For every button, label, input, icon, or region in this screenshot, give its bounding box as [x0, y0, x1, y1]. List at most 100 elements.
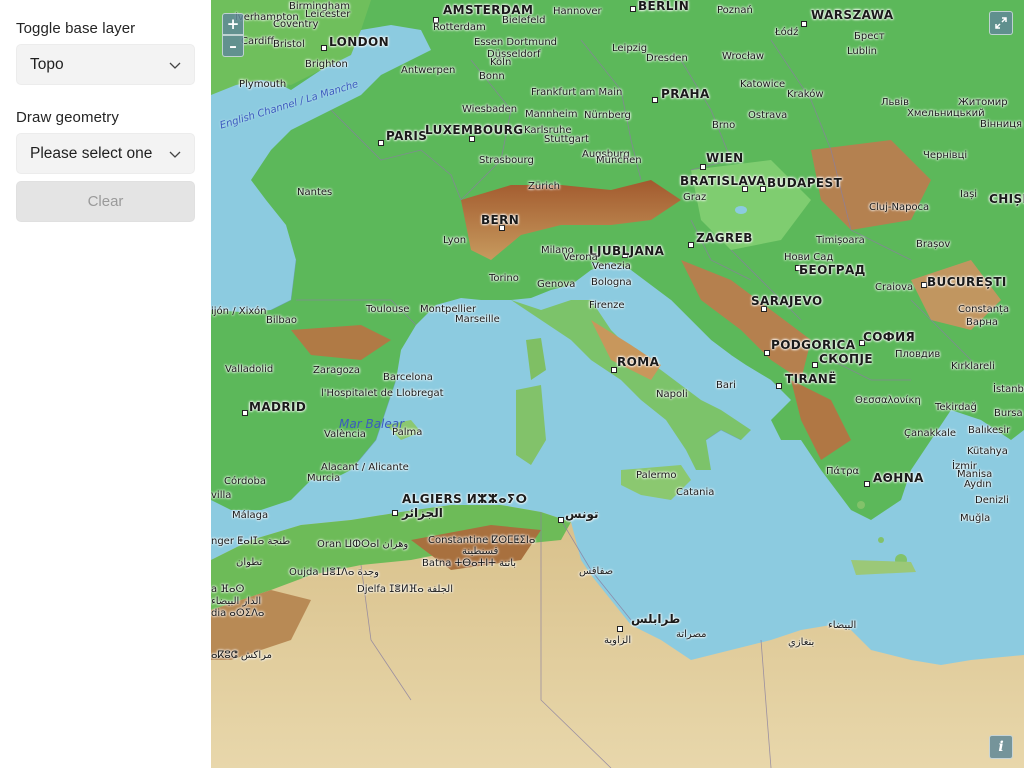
city-label: Πάτρα: [826, 466, 860, 477]
app: Toggle base layer Topo Draw geometry Ple…: [0, 0, 1024, 768]
draw-geometry-select[interactable]: Please select one: [16, 133, 195, 174]
city-label: Rotterdam: [433, 22, 486, 33]
city-label: Hannover: [553, 6, 602, 17]
city-label: Brighton: [305, 59, 348, 70]
city-label: Genova: [537, 279, 576, 290]
city-label: Kraków: [787, 89, 824, 100]
city-label: Strasbourg: [479, 155, 534, 166]
city-label: Denizli: [975, 495, 1009, 506]
city-label: Leipzig: [612, 43, 648, 54]
capital-label: طرابلس: [631, 612, 681, 626]
city-label: Murcia: [307, 473, 341, 484]
city-label: Wiesbaden: [462, 104, 518, 115]
city-label: Zürich: [528, 181, 560, 192]
city-label: Palma: [392, 427, 423, 438]
city-label: Muğla: [960, 513, 991, 524]
city-label: Bielefeld: [502, 15, 546, 26]
zoom-in-button[interactable]: +: [222, 13, 244, 35]
capital-label: ROMA: [617, 355, 660, 369]
city-label: a ⴼⴰⵙ: [211, 584, 245, 595]
city-label: Essen Dortmund: [474, 37, 558, 48]
city-label: Nürnberg: [584, 110, 631, 121]
city-label: Житомир: [958, 97, 1008, 108]
city-label: Mannheim: [525, 109, 578, 120]
city-label: Balıkesir: [968, 425, 1011, 436]
base-layer-select[interactable]: Topo: [16, 44, 195, 85]
city-label: Bologna: [591, 277, 632, 288]
city-label: Craiova: [875, 282, 914, 293]
city-label: ⴰⴽⵓⵛ مراكش: [211, 650, 272, 661]
city-label: Córdoba: [224, 476, 266, 487]
capital-label: WARSZAWA: [811, 8, 894, 22]
capital-label: ΑΘΗΝΑ: [873, 471, 924, 485]
fullscreen-button[interactable]: [989, 11, 1013, 35]
city-label: Frankfurt am Main: [531, 87, 623, 98]
city-label: Torino: [489, 273, 519, 284]
capital-label: BUCUREȘTI: [927, 275, 1007, 289]
capital-label: СКОПЈЕ: [819, 352, 873, 366]
info-button[interactable]: i: [989, 735, 1013, 759]
city-label: Valladolid: [225, 364, 274, 375]
capital-label: SARAJEVO: [751, 294, 823, 308]
city-label: Bilbao: [266, 315, 298, 326]
expand-icon: [995, 17, 1007, 29]
city-label: Bristol: [273, 39, 305, 50]
city-label: Lyon: [443, 235, 467, 246]
city-label: Stuttgart: [544, 134, 589, 145]
city-label: الدار البيضاء: [211, 596, 262, 607]
sidebar: Toggle base layer Topo Draw geometry Ple…: [0, 0, 211, 768]
city-label: Cardiff: [241, 36, 275, 47]
city-label: البيضاء: [828, 620, 857, 631]
capital-label: ZAGREB: [696, 231, 753, 245]
city-label: Timișoara: [816, 235, 865, 246]
city-label: Bari: [716, 380, 736, 391]
city-label: Tekirdağ: [935, 402, 977, 413]
city-label: Çanakkale: [904, 428, 957, 439]
capital-label: LJUBLJANA: [589, 244, 665, 258]
city-label: بنغازي: [788, 637, 815, 648]
draw-geometry-label: Draw geometry: [16, 109, 119, 126]
city-label: dia ⴰⵙⵉⴷⴰ: [211, 608, 265, 619]
city-label: Lublin: [847, 46, 877, 57]
city-label: Чернівці: [923, 150, 968, 161]
city-label: Barcelona: [383, 372, 433, 383]
capital-label: БЕОГРАД: [799, 263, 866, 277]
zoom-out-button[interactable]: –: [222, 35, 244, 57]
map-view[interactable]: English Channel / La Manche Mar Balear A…: [211, 0, 1024, 768]
capital-label: TIRANË: [785, 372, 837, 386]
city-label: Вінниця: [980, 119, 1023, 130]
capital-label: PRAHA: [661, 87, 710, 101]
city-label: Kırklareli: [951, 361, 995, 372]
capital-label: LONDON: [329, 35, 390, 49]
city-label: Constantine ⵇⵙⵎⵟⵉⵏⴰ: [428, 535, 536, 546]
city-label: Firenze: [589, 300, 625, 311]
city-label: Alacant / Alicante: [321, 462, 409, 473]
city-label: Kütahya: [967, 446, 1008, 457]
city-label: ijón / Xixón: [211, 306, 267, 317]
city-label: Aydın: [964, 479, 992, 490]
city-label: Iași: [960, 189, 978, 200]
city-label: Málaga: [232, 510, 269, 521]
chevron-down-icon: [169, 62, 181, 69]
city-label: Katowice: [740, 79, 786, 90]
draw-geometry-value: Please select one: [30, 144, 153, 162]
city-label: Nantes: [297, 187, 333, 198]
city-label: Venezia: [592, 261, 631, 272]
city-label: Львів: [881, 97, 909, 108]
city-label: Poznań: [717, 5, 753, 16]
capital-label: MADRID: [249, 400, 307, 414]
city-label: Bonn: [479, 71, 505, 82]
city-label: Köln: [490, 57, 512, 68]
city-label: nger ⵟⴰⵏⵊⴰ طنجة: [211, 536, 291, 547]
capital-label: الجزائر: [402, 506, 443, 520]
capital-label: LUXEMBOURG: [425, 123, 524, 137]
city-label: Bursa: [994, 408, 1023, 419]
city-label: Cluj-Napoca: [869, 202, 930, 213]
capital-label: تونس: [565, 507, 599, 521]
city-label: München: [596, 155, 642, 166]
city-label: Djelfa ⵊⴻⵍⴼⴰ الجلفة: [357, 584, 453, 595]
clear-button[interactable]: Clear: [16, 181, 195, 222]
city-label: Хмельницький: [907, 108, 985, 119]
capital-label: CHIȘI: [989, 192, 1024, 206]
city-label: Oran ⵡⵀⵔⴰⵏ وهران: [317, 539, 409, 550]
